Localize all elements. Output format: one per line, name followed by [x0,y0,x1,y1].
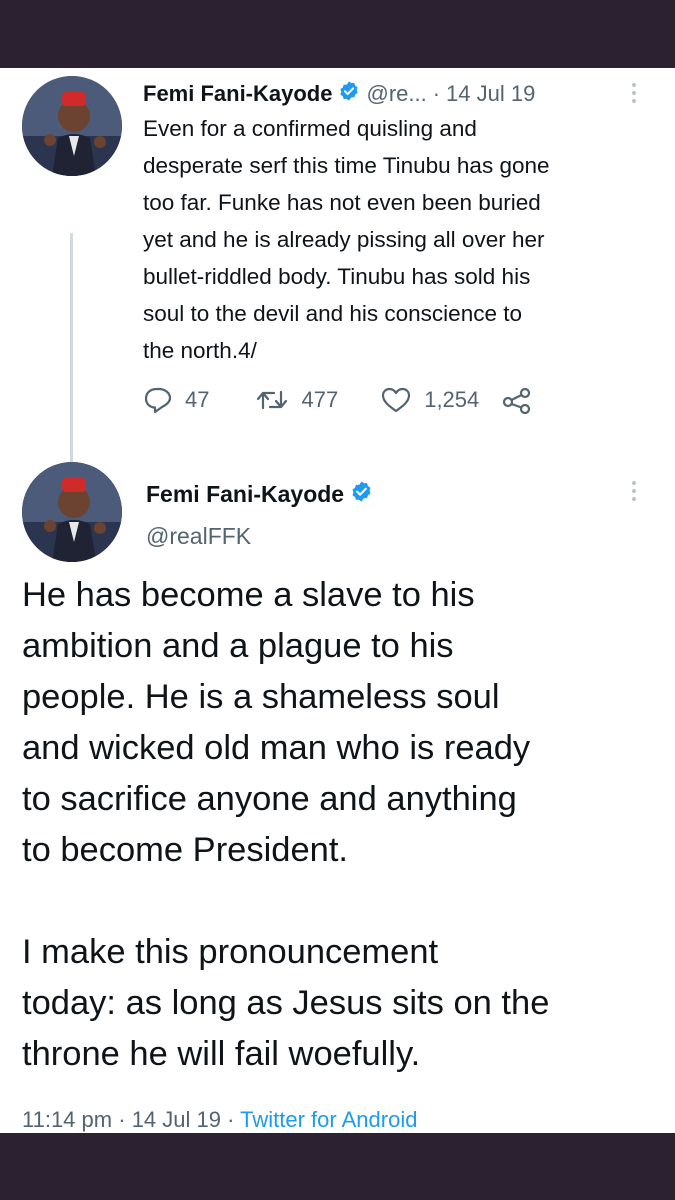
author-name[interactable]: Femi Fani-Kayode [146,481,344,508]
author-name[interactable]: Femi Fani-Kayode [143,81,332,107]
more-icon[interactable] [630,82,640,104]
tweet-text: He has become a slave to his ambition an… [22,576,550,1073]
tweet-date[interactable]: 14 Jul 19 [446,81,535,107]
reply-count: 47 [185,387,210,412]
tweet-actions: 47 477 1,254 [143,386,545,414]
tweet-header: Femi Fani-Kayode @re... · 14 Jul 19 [143,76,535,112]
separator: · [432,81,441,106]
verified-badge-icon [350,480,373,509]
retweet-count: 477 [301,387,339,412]
separator: · [227,1107,235,1132]
author-handle[interactable]: @re... [366,81,426,107]
like-button[interactable]: 1,254 [380,386,479,414]
retweet-icon [257,390,288,410]
tweet-text: Even for a confirmed quisling and desper… [143,116,550,363]
avatar[interactable] [22,76,122,176]
like-count: 1,254 [424,387,480,412]
author-handle[interactable]: @realFFK [146,518,251,554]
share-button[interactable] [501,386,545,414]
tweet-header: Femi Fani-Kayode [146,476,373,512]
share-icon [503,387,531,414]
reply-button[interactable]: 47 [143,386,209,414]
tweet-meta: 11:14 pm · 14 Jul 19 · Twitter for Andro… [22,1107,417,1133]
avatar[interactable] [22,462,122,562]
bottom-frame-bar [0,1133,675,1200]
separator: · [118,1107,126,1132]
like-icon [382,387,411,413]
reply-icon [144,387,172,414]
tweet-source-link[interactable]: Twitter for Android [240,1107,417,1132]
top-frame-bar [0,0,675,68]
retweet-button[interactable]: 477 [255,386,338,414]
tweet-thread-card: Femi Fani-Kayode @re... · 14 Jul 19 Even… [0,68,675,1133]
more-icon[interactable] [630,480,640,502]
tweet-time[interactable]: 11:14 pm [22,1107,112,1132]
tweet-date[interactable]: 14 Jul 19 [132,1107,221,1132]
verified-badge-icon [338,80,360,108]
